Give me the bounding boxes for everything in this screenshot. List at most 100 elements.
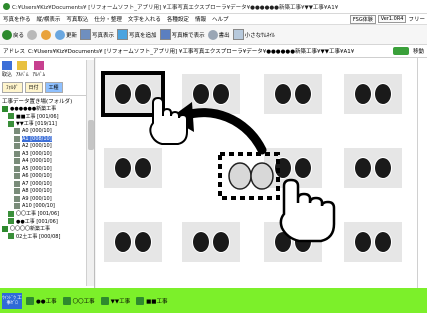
tree-item[interactable]: A6 [000/10] xyxy=(0,173,94,181)
start-button[interactable]: ｳｲﾝﾄﾞｳ 工事ｾﾞﾛ xyxy=(2,292,22,309)
up-button[interactable] xyxy=(41,29,52,40)
address-label: アドレス xyxy=(3,49,26,55)
tree-item[interactable]: ▼▼工事 [019/11] xyxy=(0,120,94,128)
toolbar: 戻る 更新 写真表示 写真を追加 写真帳で表示 書出 小さなｻﾑﾈｲﾙ xyxy=(0,25,427,45)
go-button[interactable] xyxy=(392,47,409,55)
album-button-2[interactable]: ｱﾙﾊﾞﾑ xyxy=(33,60,45,78)
menu-bar: 写真を作る 縦/横表示 写真取込 仕分・整理 文字を入れる 各種設定 情報 ヘル… xyxy=(0,14,427,25)
album-button[interactable]: ｱﾙﾊﾞﾑ xyxy=(16,60,29,78)
pointer-hand-destination-icon xyxy=(149,96,188,145)
add-photo-button[interactable]: 写真を追加 xyxy=(117,29,157,40)
tree-item[interactable]: 〇〇〇〇新築工事 xyxy=(0,225,94,233)
tree-item-label: 02土工事 [000/08] xyxy=(16,233,61,240)
tree-item-label: ▼▼工事 [019/11] xyxy=(16,121,57,128)
taskbar: ｳｲﾝﾄﾞｳ 工事ｾﾞﾛ ●●工事 〇〇工事 ▼▼工事 ■■工事 xyxy=(0,288,427,313)
taskbar-item[interactable]: ■■工事 xyxy=(136,296,168,305)
tree-item-label: A9 [000/10] xyxy=(22,195,52,202)
taskbar-item[interactable]: ▼▼工事 xyxy=(100,296,130,305)
taskbar-item[interactable]: 〇〇工事 xyxy=(62,296,95,305)
tree-item[interactable]: A5 [000/10] xyxy=(0,165,94,173)
title-bar: C:¥Users¥Kiz¥Documents¥ [リフォームソフト_アプリ用] … xyxy=(0,0,427,14)
refresh-icon xyxy=(55,29,66,40)
tree-item[interactable]: A4 [000/10] xyxy=(0,158,94,166)
forward-arrow-icon xyxy=(27,29,38,40)
tree-item-label: A2 [000/10] xyxy=(22,143,52,150)
menu-item[interactable]: 仕分・整理 xyxy=(91,15,125,23)
folder-icon xyxy=(14,128,20,135)
tree-item-label: A1 [008/10] xyxy=(22,135,52,142)
tree-item[interactable]: 02土工事 [000/08] xyxy=(0,233,94,241)
pane-tabs: ﾌｫﾙﾀﾞ 日付 工種 xyxy=(0,80,94,96)
tree-header: 工事データ置き場(フォルダ) xyxy=(2,98,73,105)
tab-kind[interactable]: 工種 xyxy=(44,82,63,93)
folder-icon xyxy=(8,233,14,240)
grid-icon xyxy=(80,29,92,40)
tree-item[interactable]: ●●工事 [001/06] xyxy=(0,218,94,226)
tree-item-label: ●●●●●●新築工事 xyxy=(10,106,57,113)
thumbnail-icon xyxy=(232,29,244,40)
go-label: 移動 xyxy=(412,49,424,55)
tree-scrollbar[interactable] xyxy=(86,60,94,286)
folder-icon xyxy=(14,158,20,165)
tree-item-label: A3 [000/10] xyxy=(22,150,52,157)
tree-item[interactable]: A1 [008/10] xyxy=(0,135,94,143)
tree-item[interactable]: ■■工事 [001/06] xyxy=(0,113,94,121)
address-path[interactable]: C:¥Users¥Kiz¥Documents¥ [リフォームソフト_アプリ用] … xyxy=(28,47,393,55)
tab-date[interactable]: 日付 xyxy=(24,82,43,93)
version-pill: Ver1.0R4 xyxy=(377,15,407,23)
license-label: フリー xyxy=(408,17,425,23)
tree-item[interactable]: A0 [000/10] xyxy=(0,128,94,136)
menu-item[interactable]: 情報 xyxy=(192,15,209,23)
folder-icon xyxy=(14,150,20,157)
photo-view-button[interactable]: 写真表示 xyxy=(80,29,114,40)
disk-icon xyxy=(207,29,218,40)
menu-item[interactable]: 写真を作る xyxy=(0,15,34,23)
menu-item[interactable]: ヘルプ xyxy=(209,15,232,23)
album-view-button[interactable]: 写真帳で表示 xyxy=(159,29,205,40)
export-button[interactable]: 書出 xyxy=(207,29,230,40)
folder-icon xyxy=(14,165,20,172)
back-arrow-icon xyxy=(2,29,12,40)
tree-item[interactable]: A9 [000/10] xyxy=(0,195,94,203)
tab-folder[interactable]: ﾌｫﾙﾀﾞ xyxy=(2,82,23,93)
tree-item[interactable]: A7 [000/10] xyxy=(0,180,94,188)
forward-button[interactable] xyxy=(27,29,38,40)
up-icon xyxy=(41,29,52,40)
tree-item[interactable]: 〇〇工事 [001/06] xyxy=(0,210,94,218)
folder-icon xyxy=(14,173,20,180)
tree-item-label: A4 [000/10] xyxy=(22,158,52,165)
menu-item[interactable]: 縦/横表示 xyxy=(34,15,64,23)
menu-item[interactable]: 写真取込 xyxy=(63,15,91,23)
folder-icon xyxy=(14,188,20,195)
gallery-scrollbar[interactable] xyxy=(417,58,427,288)
move-arrow-shaft xyxy=(179,108,267,155)
tree-item[interactable]: A2 [000/10] xyxy=(0,143,94,151)
tree-item[interactable]: ●●●●●●新築工事 xyxy=(0,105,94,113)
folder-icon xyxy=(100,296,109,305)
folder-icon xyxy=(8,210,14,217)
folder-icon xyxy=(14,143,20,150)
menu-item[interactable]: 文字を入れる xyxy=(125,15,164,23)
folder-icon xyxy=(14,135,20,142)
refresh-button[interactable]: 更新 xyxy=(55,29,77,40)
tree-item[interactable]: A3 [000/10] xyxy=(0,150,94,158)
add-photo-icon xyxy=(117,29,129,40)
app-icon xyxy=(3,3,10,10)
taskbar-item[interactable]: ●●工事 xyxy=(26,296,57,305)
import-button[interactable]: 取込 xyxy=(2,60,12,78)
tree-item[interactable]: A10 [000/10] xyxy=(0,203,94,211)
folder-icon xyxy=(14,195,20,202)
tree-item[interactable]: A8 [000/10] xyxy=(0,188,94,196)
thumb-size-button[interactable]: 小さなｻﾑﾈｲﾙ xyxy=(232,29,275,40)
back-button[interactable]: 戻る xyxy=(2,29,24,40)
folder-icon xyxy=(14,180,20,187)
folder-icon xyxy=(8,120,14,127)
folder-icon xyxy=(62,296,71,305)
tree-item-label: A5 [000/10] xyxy=(22,165,52,172)
menu-item[interactable]: 各種設定 xyxy=(164,15,192,23)
drag-ghost-left xyxy=(228,162,252,190)
folder-tree: ●●●●●●新築工事 ■■工事 [001/06] ▼▼工事 [019/11] A0 [… xyxy=(0,105,94,240)
scroll-thumb[interactable] xyxy=(88,120,94,150)
folder-icon xyxy=(2,105,8,112)
drag-ghost-right xyxy=(250,162,274,190)
